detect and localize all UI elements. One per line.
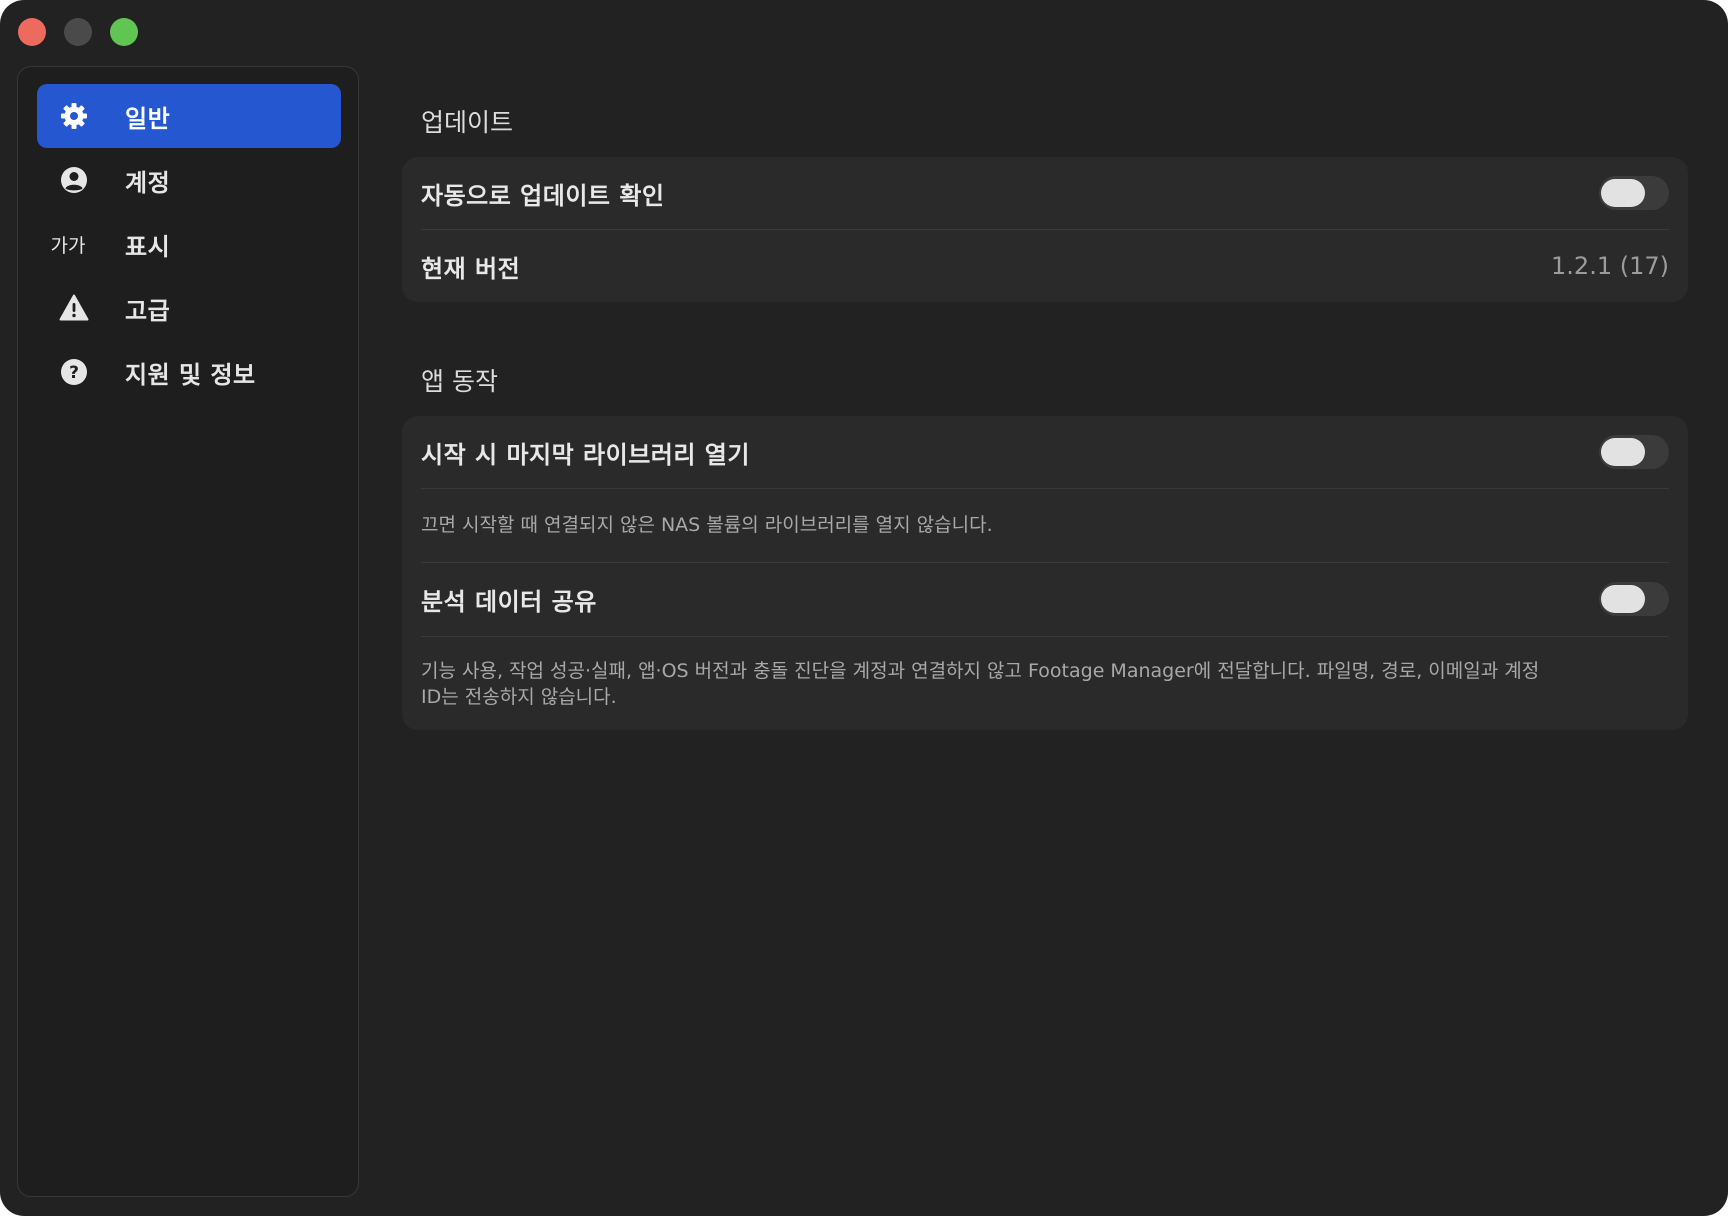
divider — [421, 636, 1669, 637]
auto-update-label: 자동으로 업데이트 확인 — [421, 181, 665, 210]
sidebar-item-label: 표시 — [125, 232, 171, 261]
zoom-window-button[interactable] — [110, 18, 138, 46]
close-window-button[interactable] — [18, 18, 46, 46]
text-size-icon: 가가 — [50, 234, 86, 257]
sidebar-item-label: 지원 및 정보 — [125, 360, 256, 389]
toggle-knob — [1601, 585, 1645, 613]
open-last-library-toggle[interactable] — [1599, 435, 1669, 469]
gear-icon — [59, 101, 89, 131]
update-card: 자동으로 업데이트 확인 현재 버전 1.2.1 (17) — [402, 157, 1688, 302]
version-row: 현재 버전 1.2.1 (17) — [421, 230, 1669, 302]
sidebar-item-account[interactable]: 계정 — [37, 148, 341, 212]
version-label: 현재 버전 — [421, 254, 521, 283]
warning-triangle-icon — [59, 293, 89, 323]
analytics-toggle[interactable] — [1599, 582, 1669, 616]
sidebar-item-general[interactable]: 일반 — [37, 84, 341, 148]
analytics-description: 기능 사용, 작업 성공·실패, 앱·OS 버전과 충돌 진단을 계정과 연결하… — [421, 658, 1561, 710]
analytics-label: 분석 데이터 공유 — [421, 587, 597, 616]
open-last-library-row: 시작 시 마지막 라이브러리 열기 — [421, 416, 1669, 488]
settings-window: 일반 계정 가가 표시 고급 ? 지원 및 정보 업데이트 자동으로 업데이트 … — [0, 0, 1728, 1216]
open-last-library-description: 끄면 시작할 때 연결되지 않은 NAS 볼륨의 라이브러리를 열지 않습니다. — [421, 514, 993, 536]
sidebar-item-advanced[interactable]: 고급 — [37, 276, 341, 340]
divider — [421, 488, 1669, 489]
minimize-window-button[interactable] — [64, 18, 92, 46]
analytics-row: 분석 데이터 공유 — [421, 563, 1669, 635]
toggle-knob — [1601, 438, 1645, 466]
svg-text:?: ? — [69, 363, 79, 383]
question-circle-icon: ? — [59, 357, 89, 387]
auto-update-toggle[interactable] — [1599, 176, 1669, 210]
toggle-knob — [1601, 179, 1645, 207]
analytics-description-line-1: 기능 사용, 작업 성공·실패, 앱·OS 버전과 충돌 진단을 계정과 연결하… — [421, 660, 1540, 682]
section-title-app-behavior: 앱 동작 — [421, 367, 498, 396]
sidebar: 일반 계정 가가 표시 고급 ? 지원 및 정보 — [17, 66, 359, 1197]
open-last-library-label: 시작 시 마지막 라이브러리 열기 — [421, 440, 750, 469]
auto-update-row: 자동으로 업데이트 확인 — [421, 157, 1669, 229]
section-title-update: 업데이트 — [421, 108, 514, 137]
sidebar-item-label: 일반 — [125, 104, 171, 133]
version-value: 1.2.1 (17) — [1551, 252, 1669, 280]
sidebar-item-label: 고급 — [125, 296, 171, 325]
sidebar-item-display[interactable]: 가가 표시 — [37, 212, 341, 276]
analytics-description-line-2: ID는 전송하지 않습니다. — [421, 686, 617, 708]
sidebar-item-label: 계정 — [125, 168, 171, 197]
sidebar-item-support[interactable]: ? 지원 및 정보 — [37, 340, 341, 404]
app-behavior-card: 시작 시 마지막 라이브러리 열기 끄면 시작할 때 연결되지 않은 NAS 볼… — [402, 416, 1688, 730]
person-circle-icon — [59, 165, 89, 195]
